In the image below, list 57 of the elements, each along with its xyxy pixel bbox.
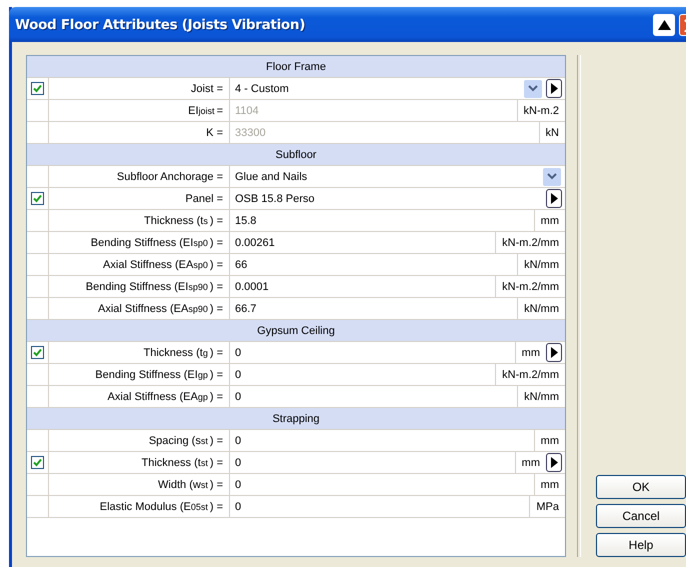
play-triangle-icon: [550, 193, 558, 204]
value-field[interactable]: Glue and Nails: [230, 166, 543, 187]
dropdown-button[interactable]: [524, 80, 542, 98]
arrow-button[interactable]: [546, 343, 562, 362]
unit-label: kN-m.2: [516, 100, 565, 121]
value-field[interactable]: 0: [230, 452, 515, 473]
value-field[interactable]: 0: [230, 364, 496, 385]
chevron-down-icon: [547, 173, 557, 180]
section-header: Floor Frame: [266, 60, 326, 72]
field-label: Panel =: [49, 188, 230, 209]
unit-label: mm: [534, 430, 565, 451]
arrow-button[interactable]: [546, 189, 562, 208]
unit-label: kN/mm: [517, 298, 565, 319]
unit-label: mm: [534, 210, 565, 231]
value-field[interactable]: 4 - Custom: [230, 78, 524, 99]
unit-label: kN-m.2/mm: [495, 364, 565, 385]
up-triangle-icon: [658, 20, 670, 30]
unit-label: mm: [534, 474, 565, 495]
section-header: Strapping: [272, 412, 320, 424]
unit-label: MPa: [529, 496, 565, 517]
value-field[interactable]: 0: [230, 386, 518, 407]
value-field[interactable]: 15.8: [230, 210, 534, 231]
play-triangle-icon: [550, 457, 558, 468]
unit-label: kN-m.2/mm: [495, 276, 565, 297]
value-field[interactable]: 0: [230, 430, 534, 451]
arrow-button[interactable]: [546, 453, 562, 472]
field-label: Subfloor Anchorage =: [49, 166, 230, 187]
dialog-button[interactable]: Cancel: [596, 504, 686, 528]
section-header: Subfloor: [276, 148, 316, 160]
unit-label: kN/mm: [517, 254, 565, 275]
play-triangle-icon: [550, 83, 558, 94]
unit-label: kN: [538, 122, 565, 143]
section-header: Gypsum Ceiling: [257, 324, 335, 336]
arrow-button[interactable]: [546, 79, 562, 98]
dropdown-button[interactable]: [543, 168, 561, 186]
value-field[interactable]: 0: [230, 496, 530, 517]
checkbox[interactable]: [31, 456, 44, 469]
unit-label: kN/mm: [517, 386, 565, 407]
value-field[interactable]: 0: [230, 342, 515, 363]
minimize-button[interactable]: [653, 14, 675, 36]
value-field[interactable]: 0.00261: [230, 232, 496, 253]
value-field[interactable]: OSB 15.8 Perso: [230, 188, 546, 209]
unit-label: kN-m.2/mm: [495, 232, 565, 253]
checkbox[interactable]: [31, 192, 44, 205]
dialog-button[interactable]: OK: [596, 475, 686, 499]
value-field[interactable]: 0.0001: [230, 276, 496, 297]
play-triangle-icon: [550, 347, 558, 358]
value-field[interactable]: 0: [230, 474, 534, 495]
value-field[interactable]: 66: [230, 254, 518, 275]
field-label: Joist =: [49, 78, 230, 99]
checkbox[interactable]: [31, 82, 44, 95]
dialog-button[interactable]: Help: [596, 533, 686, 557]
checkbox[interactable]: [31, 346, 44, 359]
field-label: K =: [49, 122, 230, 143]
value-field[interactable]: 66.7: [230, 298, 518, 319]
window-title: Wood Floor Attributes (Joists Vibration): [15, 16, 306, 32]
chevron-down-icon: [528, 85, 538, 92]
